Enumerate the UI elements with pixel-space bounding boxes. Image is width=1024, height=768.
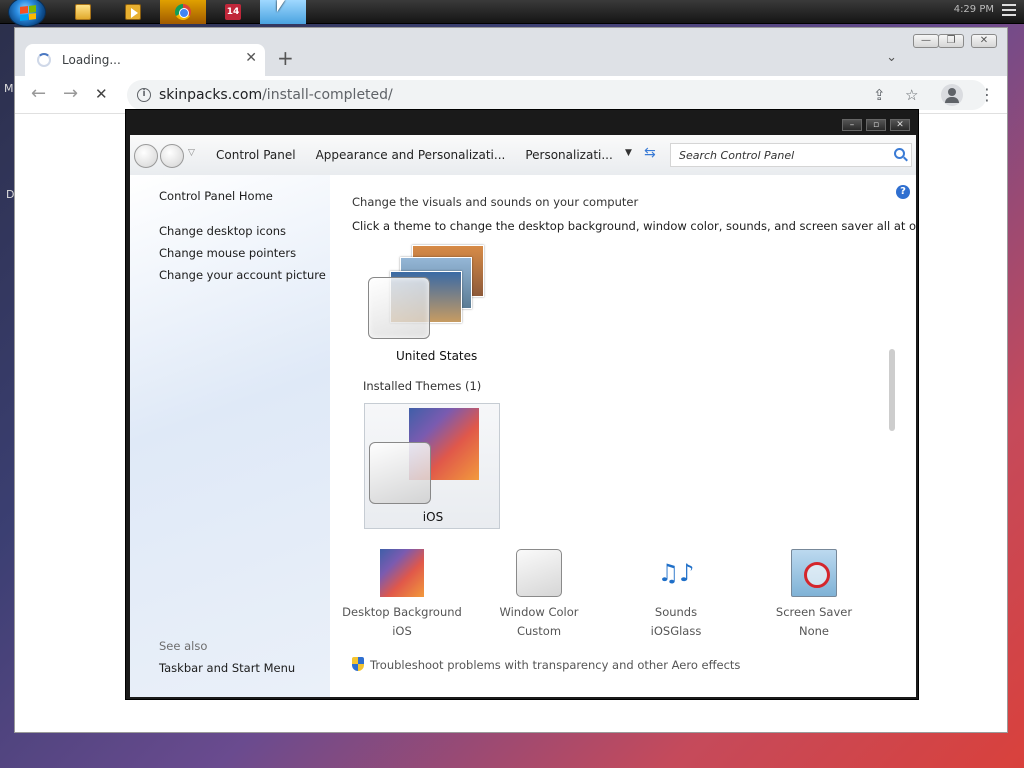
browser-tab[interactable]: Loading... ✕ [25, 44, 265, 76]
url-host: skinpacks.com [159, 87, 263, 103]
tab-close-button[interactable]: ✕ [245, 50, 257, 66]
browser-close-button[interactable]: ✕ [971, 34, 997, 48]
back-button[interactable]: ← [31, 84, 46, 104]
control-panel-window: – ▫ ✕ ▽ Control Panel Appearance and Per… [125, 109, 919, 700]
window-color-icon [516, 549, 562, 597]
window-color-setting[interactable]: Window Color Custom [479, 549, 599, 638]
desktop-background-icon [380, 549, 424, 597]
taskbar-media-player[interactable] [110, 0, 156, 24]
url-text[interactable]: skinpacks.com/install-completed/ [159, 87, 393, 103]
new-tab-button[interactable]: + [277, 46, 294, 70]
browser-maximize-button[interactable]: ❐ [938, 34, 964, 48]
search-input[interactable]: Search Control Panel [670, 143, 912, 167]
breadcrumb-appearance[interactable]: Appearance and Personalizati... [316, 148, 506, 162]
themes-scrollbar[interactable] [888, 241, 896, 529]
site-info-icon[interactable]: i [137, 88, 151, 102]
theme-window-preview [369, 442, 431, 504]
setting-value: None [798, 624, 829, 638]
cp-sidebar: Control Panel Home Change desktop icons … [130, 175, 330, 697]
theme-name: iOS [422, 510, 444, 524]
calendar-icon: 14 [225, 4, 241, 20]
tab-title: Loading... [62, 53, 121, 67]
forward-button[interactable]: → [63, 84, 78, 104]
taskbar-file-explorer[interactable] [60, 0, 106, 24]
bookmark-star-icon[interactable]: ☆ [905, 86, 918, 104]
screen-saver-setting[interactable]: Screen Saver None [754, 549, 874, 638]
taskbar-chrome[interactable] [160, 0, 206, 24]
setting-label: Window Color [499, 605, 579, 619]
taskbar-clock[interactable]: 4:29 PM [954, 4, 994, 15]
search-placeholder: Search Control Panel [679, 149, 795, 162]
sidebar-link-mouse-pointers[interactable]: Change mouse pointers [159, 246, 296, 260]
cp-address-bar: ▽ Control Panel Appearance and Personali… [130, 135, 916, 175]
breadcrumb-dropdown-icon[interactable]: ▼ [625, 148, 632, 158]
media-player-icon [125, 4, 141, 20]
troubleshoot-link[interactable]: Troubleshoot problems with transparency … [352, 657, 740, 672]
theme-tile-united-states[interactable]: United States [368, 245, 492, 365]
page-heading: Change the visuals and sounds on your co… [352, 195, 639, 209]
loading-spinner-icon [37, 53, 51, 67]
help-icon[interactable]: ? [896, 185, 910, 199]
breadcrumb-personalization[interactable]: Personalizati... [525, 148, 612, 162]
tab-search-dropdown-icon[interactable]: ⌄ [886, 50, 897, 65]
setting-value: Custom [516, 624, 562, 638]
start-button[interactable] [8, 0, 46, 27]
folder-icon [75, 4, 91, 20]
browser-minimize-button[interactable]: — [913, 34, 939, 48]
theme-tile-ios[interactable]: iOS [364, 403, 500, 529]
cp-back-button[interactable] [134, 144, 158, 168]
chrome-icon [175, 4, 191, 20]
installed-themes-heading: Installed Themes (1) [363, 379, 482, 393]
setting-label: Sounds [654, 605, 698, 619]
taskbar-calendar[interactable]: 14 [210, 0, 256, 24]
desktop-icon-label: M [4, 82, 14, 95]
cp-close-button[interactable]: ✕ [890, 119, 910, 131]
browser-titlebar: — ❐ ✕ Loading... ✕ + ⌄ [15, 28, 1007, 76]
cp-history-dropdown-icon[interactable]: ▽ [188, 148, 195, 158]
mouse-cursor-icon [277, 0, 285, 12]
setting-label: Desktop Background [342, 605, 462, 619]
scrollbar-thumb[interactable] [889, 349, 895, 431]
sounds-setting[interactable]: ♫♪ Sounds iOSGlass [616, 549, 736, 638]
shield-icon [352, 657, 364, 671]
windows-logo-icon [20, 5, 36, 21]
setting-value: iOS [392, 624, 412, 638]
taskbar: 14 4:29 PM [0, 0, 1024, 27]
taskbar-menu-icon[interactable] [1002, 4, 1016, 18]
stop-loading-button[interactable]: ✕ [95, 84, 108, 104]
address-bar[interactable]: i skinpacks.com/install-completed/ ⇪ ☆ [127, 80, 987, 110]
cp-maximize-button[interactable]: ▫ [866, 119, 886, 131]
theme-name: United States [396, 349, 478, 363]
sidebar-link-account-picture[interactable]: Change your account picture [159, 268, 326, 282]
share-icon[interactable]: ⇪ [873, 86, 886, 104]
control-panel-body: ▽ Control Panel Appearance and Personali… [130, 135, 916, 697]
see-also-heading: See also [159, 639, 208, 653]
sidebar-link-desktop-icons[interactable]: Change desktop icons [159, 224, 286, 238]
setting-value: iOSGlass [650, 624, 702, 638]
sidebar-link-home[interactable]: Control Panel Home [159, 189, 273, 203]
refresh-icon[interactable]: ⇆ [644, 145, 656, 161]
browser-menu-icon[interactable]: ⋮ [979, 84, 995, 106]
sounds-icon: ♫♪ [657, 559, 695, 587]
theme-window-preview [368, 277, 430, 339]
cp-main-panel: ? Change the visuals and sounds on your … [330, 175, 916, 697]
troubleshoot-text: Troubleshoot problems with transparency … [370, 658, 741, 672]
sidebar-link-taskbar[interactable]: Taskbar and Start Menu [159, 661, 295, 675]
url-path: /install-completed/ [262, 87, 393, 103]
desktop-background-setting[interactable]: Desktop Background iOS [342, 549, 462, 638]
breadcrumb-control-panel[interactable]: Control Panel [216, 148, 296, 162]
setting-label: Screen Saver [775, 605, 853, 619]
cp-forward-button[interactable] [160, 144, 184, 168]
page-description: Click a theme to change the desktop back… [352, 219, 916, 233]
breadcrumb: Control Panel Appearance and Personaliza… [210, 143, 660, 167]
profile-avatar-icon[interactable] [941, 84, 963, 106]
search-icon[interactable] [894, 148, 905, 159]
control-panel-titlebar: – ▫ ✕ [126, 110, 918, 132]
screen-saver-icon [791, 549, 837, 597]
cp-minimize-button[interactable]: – [842, 119, 862, 131]
